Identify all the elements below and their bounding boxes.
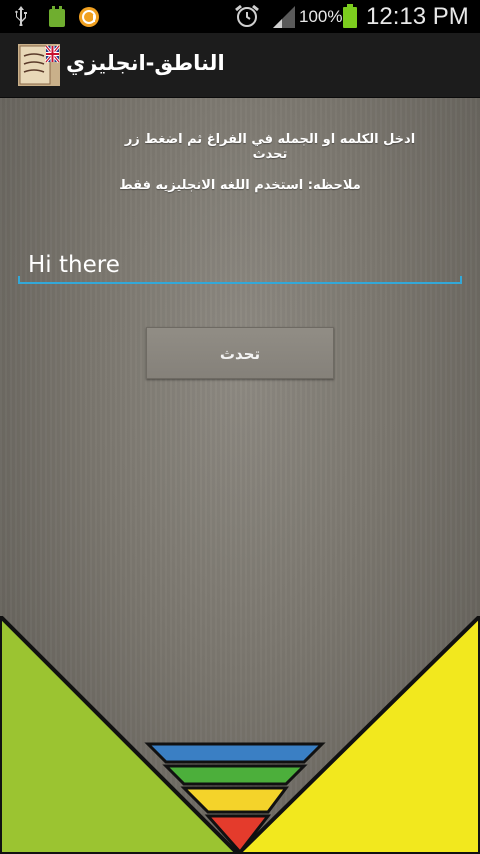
input-underline-right-tick: [460, 276, 462, 284]
status-time: 12:13 PM: [366, 3, 469, 30]
battery-percent: 100%: [299, 7, 343, 26]
input-underline-left-tick: [18, 276, 20, 284]
app-icon[interactable]: [18, 44, 60, 86]
android-debug-icon: [49, 6, 65, 27]
action-bar: الناطق-انجليزي: [0, 33, 480, 99]
main-content: ادخل الكلمه او الجمله في الفراغ ثم اضغط …: [0, 98, 480, 854]
decorative-triangles: [0, 616, 480, 854]
alarm-icon: [235, 4, 259, 27]
battery-icon: [343, 4, 357, 28]
status-bar: 100% 12:13 PM: [0, 0, 480, 33]
speak-button[interactable]: تحدث: [146, 327, 334, 379]
usb-icon: [15, 6, 27, 26]
signal-icon: [273, 6, 295, 28]
input-underline: [18, 282, 462, 284]
text-input[interactable]: [20, 246, 460, 284]
instruction-text: ادخل الكلمه او الجمله في الفراغ ثم اضغط …: [124, 132, 416, 162]
app-notification-icon: [79, 7, 99, 27]
note-text: ملاحظه: استخدم اللغه الانجليزيه فقط: [119, 178, 361, 193]
app-title: الناطق-انجليزي: [66, 51, 225, 75]
